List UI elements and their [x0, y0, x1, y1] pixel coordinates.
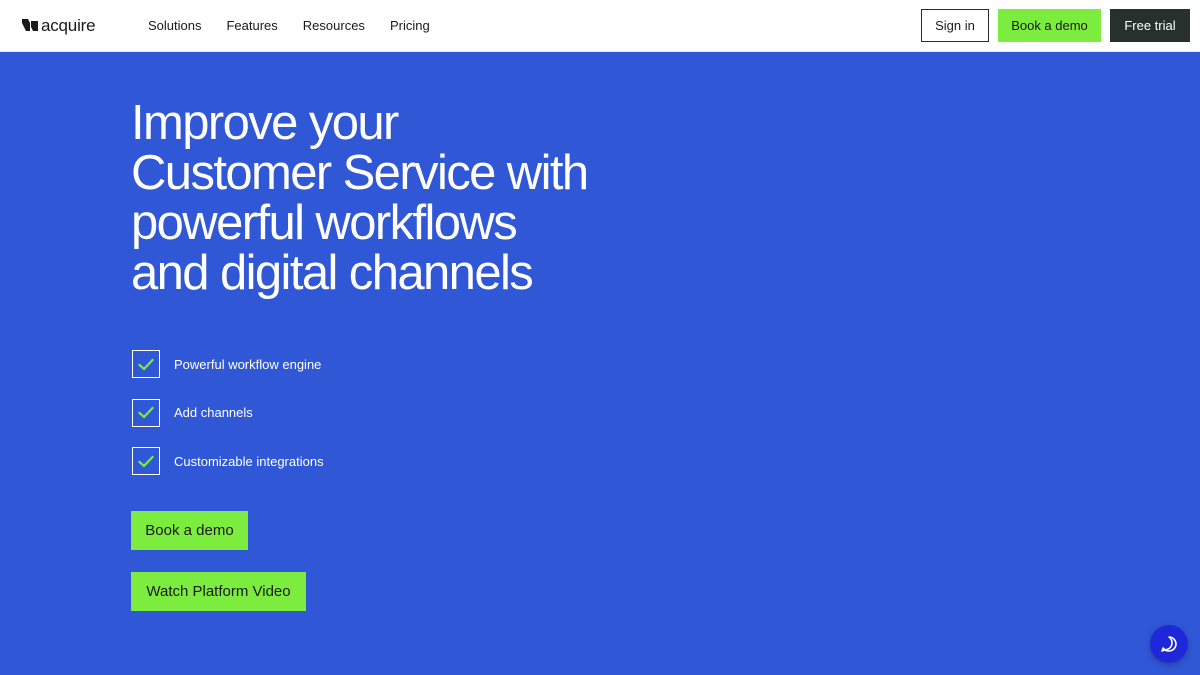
top-navbar: acquire Solutions Features Resources Pri…	[0, 0, 1200, 52]
feature-item: Customizable integrations	[132, 447, 324, 475]
book-demo-nav-button[interactable]: Book a demo	[998, 9, 1101, 42]
hero-title-line: and digital channels	[131, 246, 534, 300]
check-icon	[132, 447, 160, 475]
sign-in-button[interactable]: Sign in	[921, 9, 989, 42]
book-demo-button[interactable]: Book a demo	[131, 511, 248, 550]
hero-title-line: Customer Service with	[131, 146, 589, 200]
free-trial-button[interactable]: Free trial	[1110, 9, 1190, 42]
watch-video-button[interactable]: Watch Platform Video	[131, 572, 306, 611]
feature-item: Powerful workflow engine	[132, 350, 324, 378]
feature-label: Customizable integrations	[174, 453, 324, 469]
hero-title-line: powerful workflows	[131, 196, 518, 250]
feature-label: Powerful workflow engine	[174, 356, 322, 372]
primary-nav: Solutions Features Resources Pricing	[148, 18, 430, 33]
nav-solutions[interactable]: Solutions	[148, 18, 201, 33]
hero-section: Improve your Customer Service with power…	[131, 98, 651, 298]
nav-resources[interactable]: Resources	[303, 18, 365, 33]
feature-item: Add channels	[132, 398, 324, 427]
nav-features[interactable]: Features	[226, 18, 277, 33]
acquire-logo-icon	[22, 19, 38, 31]
logo[interactable]: acquire	[22, 16, 148, 36]
check-icon	[132, 350, 160, 378]
nav-actions: Sign in Book a demo Free trial	[921, 9, 1190, 42]
chat-widget-button[interactable]	[1150, 625, 1188, 663]
chat-icon	[1161, 636, 1177, 652]
check-icon	[132, 398, 160, 427]
hero-title-line: Improve your	[131, 96, 399, 150]
logo-text: acquire	[41, 15, 96, 35]
hero-title: Improve your Customer Service with power…	[131, 98, 651, 298]
feature-list: Powerful workflow engine Add channels Cu…	[132, 350, 324, 496]
nav-pricing[interactable]: Pricing	[390, 18, 430, 33]
feature-label: Add channels	[174, 405, 253, 420]
